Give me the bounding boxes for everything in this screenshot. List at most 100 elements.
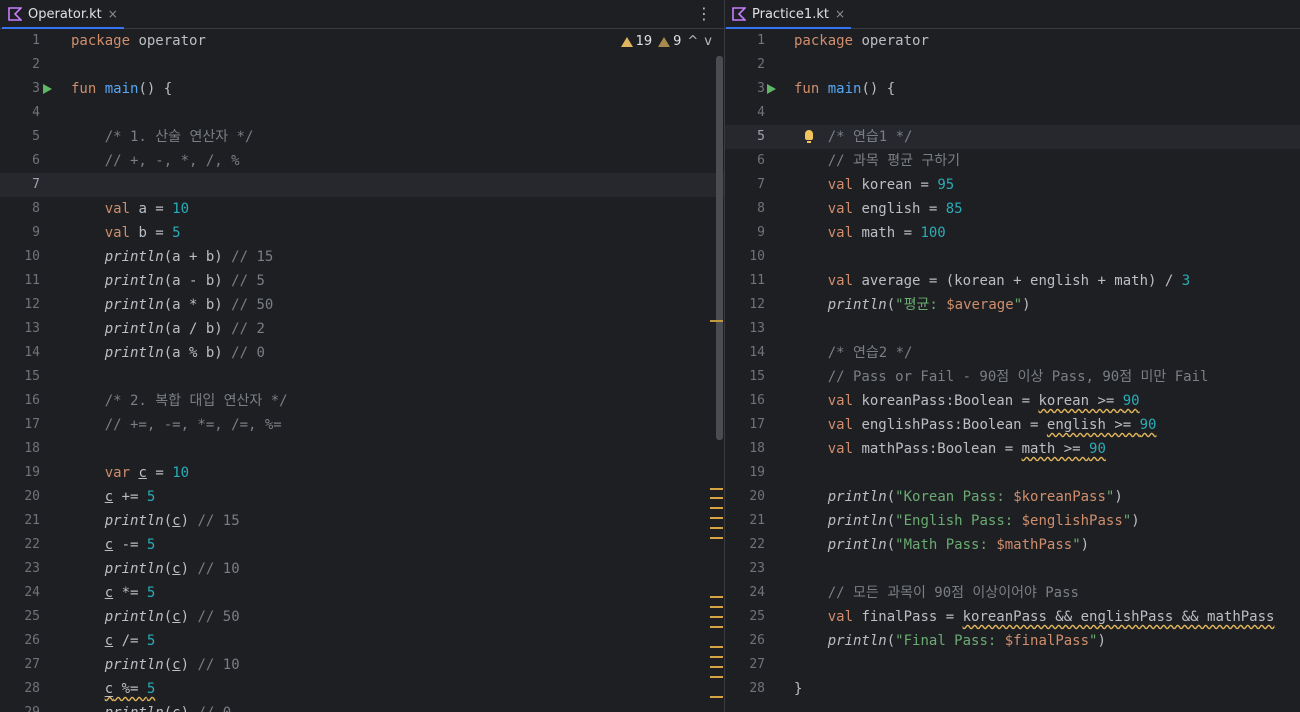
line-number[interactable]: 5 <box>725 125 765 149</box>
code-line[interactable]: 1 package operator <box>0 29 724 53</box>
code-line[interactable]: 19 var c = 10 <box>0 461 724 485</box>
code-line[interactable]: 7 val korean = 95 <box>725 173 1300 197</box>
line-number[interactable]: 28 <box>725 677 765 701</box>
line-number[interactable]: 24 <box>0 581 40 605</box>
error-stripe-mark[interactable] <box>710 527 723 529</box>
line-number[interactable]: 25 <box>725 605 765 629</box>
line-number[interactable]: 9 <box>0 221 40 245</box>
line-number[interactable]: 12 <box>725 293 765 317</box>
error-stripe-mark[interactable] <box>710 507 723 509</box>
line-number[interactable]: 8 <box>0 197 40 221</box>
right-code-editor[interactable]: 1 package operator 2 3 fun main() {4 5 /* 연습1… <box>725 29 1300 712</box>
code-line[interactable]: 2 <box>0 53 724 77</box>
line-number[interactable]: 16 <box>0 389 40 413</box>
line-number[interactable]: 13 <box>0 317 40 341</box>
error-stripe-mark[interactable] <box>710 596 723 598</box>
line-number[interactable]: 20 <box>725 485 765 509</box>
code-line[interactable]: 21 println("English Pass: $englishPass") <box>725 509 1300 533</box>
more-icon[interactable]: ⋮ <box>696 4 712 23</box>
code-line[interactable]: 26 println("Final Pass: $finalPass") <box>725 629 1300 653</box>
line-number[interactable]: 19 <box>0 461 40 485</box>
code-line[interactable]: 11 val average = (korean + english + mat… <box>725 269 1300 293</box>
line-number[interactable]: 1 <box>725 29 765 53</box>
code-line[interactable]: 26 c /= 5 <box>0 629 724 653</box>
error-stripe-mark[interactable] <box>710 646 723 648</box>
line-number[interactable]: 29 <box>0 701 40 712</box>
line-number[interactable]: 21 <box>725 509 765 533</box>
code-line[interactable]: 16 /* 2. 복합 대입 연산자 */ <box>0 389 724 413</box>
line-number[interactable]: 15 <box>725 365 765 389</box>
code-line[interactable]: 19 <box>725 461 1300 485</box>
line-number[interactable]: 11 <box>725 269 765 293</box>
code-line[interactable]: 27 <box>725 653 1300 677</box>
line-number[interactable]: 28 <box>0 677 40 701</box>
tab-operator-kt[interactable]: Operator.kt × <box>2 0 124 29</box>
code-line[interactable]: 15 // Pass or Fail - 90점 이상 Pass, 90점 미만… <box>725 365 1300 389</box>
line-number[interactable]: 1 <box>0 29 40 53</box>
line-number[interactable]: 27 <box>725 653 765 677</box>
line-number[interactable]: 9 <box>725 221 765 245</box>
line-number[interactable]: 18 <box>0 437 40 461</box>
code-line[interactable]: 17 val englishPass:Boolean = english >= … <box>725 413 1300 437</box>
code-line[interactable]: 25 val finalPass = koreanPass && english… <box>725 605 1300 629</box>
line-number[interactable]: 22 <box>0 533 40 557</box>
line-number[interactable]: 27 <box>0 653 40 677</box>
code-line[interactable]: 5 /* 연습1 */ <box>725 125 1300 149</box>
error-stripe-mark[interactable] <box>710 656 723 658</box>
code-line[interactable]: 23 <box>725 557 1300 581</box>
line-number[interactable]: 7 <box>0 173 40 197</box>
code-line[interactable]: 23 println(c) // 10 <box>0 557 724 581</box>
line-number[interactable]: 3 <box>725 77 765 101</box>
line-number[interactable]: 25 <box>0 605 40 629</box>
code-line[interactable]: 7 <box>0 173 724 197</box>
code-line[interactable]: 9 val math = 100 <box>725 221 1300 245</box>
line-number[interactable]: 16 <box>725 389 765 413</box>
code-line[interactable]: 18 val mathPass:Boolean = math >= 90 <box>725 437 1300 461</box>
line-number[interactable]: 6 <box>725 149 765 173</box>
code-line[interactable]: 17 // +=, -=, *=, /=, %= <box>0 413 724 437</box>
code-line[interactable]: 14 /* 연습2 */ <box>725 341 1300 365</box>
error-stripe-mark[interactable] <box>710 517 723 519</box>
line-number[interactable]: 5 <box>0 125 40 149</box>
error-stripe-mark[interactable] <box>710 320 723 322</box>
code-line[interactable]: 6 // 과목 평균 구하기 <box>725 149 1300 173</box>
code-line[interactable]: 29 println(c) // 0 <box>0 701 724 712</box>
code-line[interactable]: 11 println(a - b) // 5 <box>0 269 724 293</box>
code-line[interactable]: 5 /* 1. 산술 연산자 */ <box>0 125 724 149</box>
code-line[interactable]: 10 println(a + b) // 15 <box>0 245 724 269</box>
code-line[interactable]: 9 val b = 5 <box>0 221 724 245</box>
line-number[interactable]: 2 <box>0 53 40 77</box>
scrollbar-thumb[interactable] <box>716 56 723 440</box>
code-line[interactable]: 13 println(a / b) // 2 <box>0 317 724 341</box>
code-line[interactable]: 22 println("Math Pass: $mathPass") <box>725 533 1300 557</box>
code-line[interactable]: 15 <box>0 365 724 389</box>
line-number[interactable]: 26 <box>725 629 765 653</box>
code-line[interactable]: 28} <box>725 677 1300 701</box>
line-number[interactable]: 10 <box>0 245 40 269</box>
code-line[interactable]: 16 val koreanPass:Boolean = korean >= 90 <box>725 389 1300 413</box>
line-number[interactable]: 10 <box>725 245 765 269</box>
line-number[interactable]: 18 <box>725 437 765 461</box>
line-number[interactable]: 23 <box>0 557 40 581</box>
code-line[interactable]: 18 <box>0 437 724 461</box>
line-number[interactable]: 3 <box>0 77 40 101</box>
code-line[interactable]: 28 c %= 5 <box>0 677 724 701</box>
code-line[interactable]: 6 // +, -, *, /, % <box>0 149 724 173</box>
tab-practice1-kt[interactable]: Practice1.kt × <box>726 0 852 29</box>
code-line[interactable]: 1 package operator <box>725 29 1300 53</box>
error-stripe-mark[interactable] <box>710 626 723 628</box>
code-line[interactable]: 20 println("Korean Pass: $koreanPass") <box>725 485 1300 509</box>
error-stripe-mark[interactable] <box>710 666 723 668</box>
line-number[interactable]: 8 <box>725 197 765 221</box>
code-line[interactable]: 21 println(c) // 15 <box>0 509 724 533</box>
error-stripe-mark[interactable] <box>710 488 723 490</box>
code-line[interactable]: 12 println(a * b) // 50 <box>0 293 724 317</box>
error-stripe-mark[interactable] <box>710 676 723 678</box>
code-line[interactable]: 3 fun main() { <box>725 77 1300 101</box>
code-line[interactable]: 14 println(a % b) // 0 <box>0 341 724 365</box>
line-number[interactable]: 17 <box>725 413 765 437</box>
close-icon[interactable]: × <box>835 7 845 21</box>
line-number[interactable]: 24 <box>725 581 765 605</box>
line-number[interactable]: 12 <box>0 293 40 317</box>
line-number[interactable]: 14 <box>725 341 765 365</box>
